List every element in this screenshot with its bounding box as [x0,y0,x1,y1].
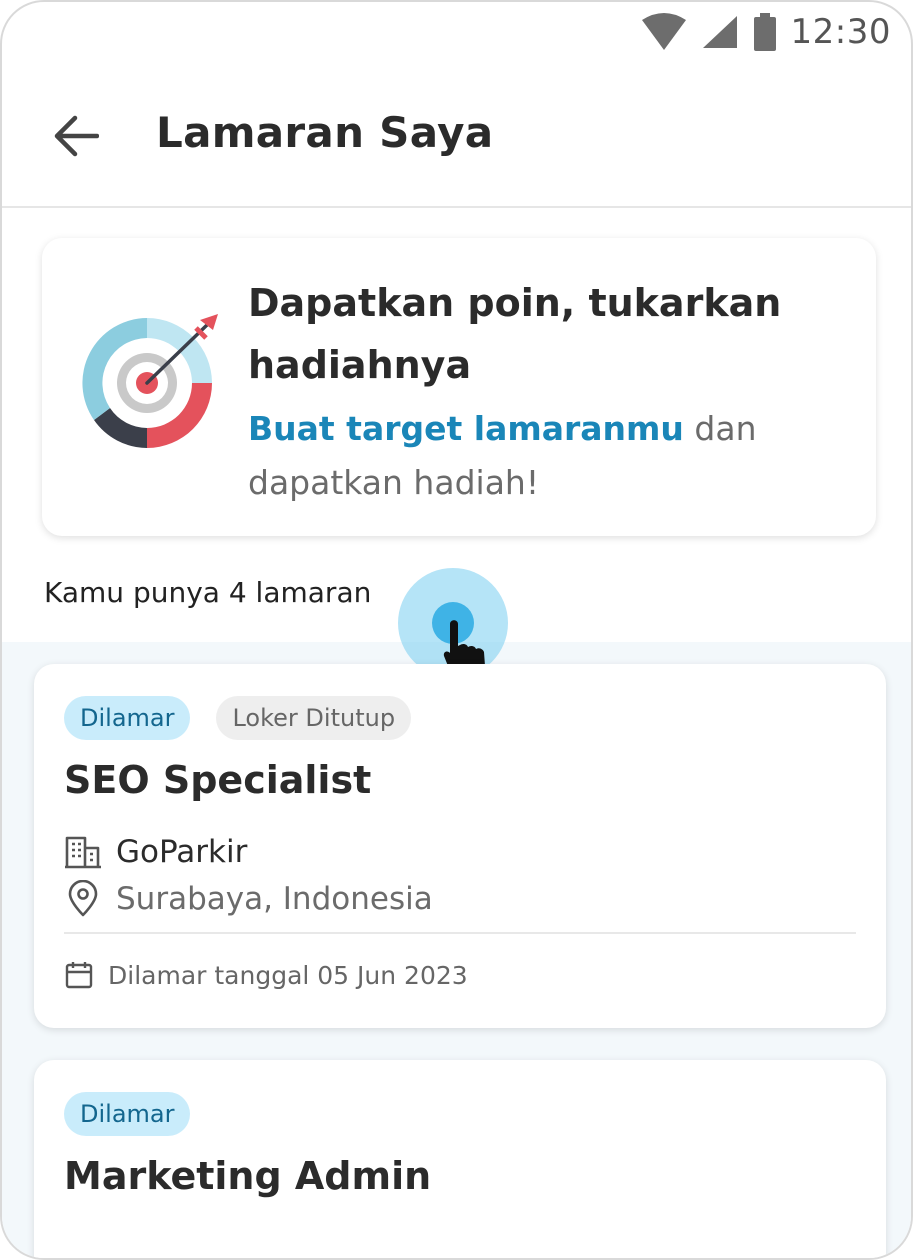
status-bar: 12:30 [2,2,911,66]
application-card[interactable]: Dilamar Loker Ditutup SEO Specialist GoP… [34,664,886,1028]
status-badge-applied: Dilamar [64,696,191,740]
phone-frame: 12:30 Lamaran Saya Dapatkan poin, tukark… [0,0,913,1260]
arrow-left-icon [54,115,99,157]
applied-date: Dilamar tanggal 05 Jun 2023 [108,960,468,990]
badge-row: Dilamar Loker Ditutup [64,696,412,740]
status-time: 12:30 [790,12,891,52]
promo-title: Dapatkan poin, tukarkan hadiahnya [248,281,782,387]
company-name: GoParkir [116,834,248,870]
app-bar: Lamaran Saya [2,66,911,208]
promo-card[interactable]: Dapatkan poin, tukarkan hadiahnya Buat t… [42,238,876,536]
promo-link[interactable]: Buat target lamaranmu [248,409,684,448]
wifi-icon [641,13,686,50]
promo-description: Buat target lamaranmu dan dapatkan hadia… [248,402,848,510]
status-badge-applied: Dilamar [64,1092,191,1136]
target-icon [82,314,218,448]
job-title: Marketing Admin [64,1154,432,1198]
company-row: GoParkir [64,834,247,870]
content-area: Dapatkan poin, tukarkan hadiahnya Buat t… [2,208,911,1258]
tap-indicator [398,568,508,680]
application-card[interactable]: Dilamar Marketing Admin [34,1060,886,1258]
job-location: Surabaya, Indonesia [116,881,433,917]
status-badge-closed: Loker Ditutup [216,696,412,740]
page-title: Lamaran Saya [156,108,494,157]
applications-count: Kamu punya 4 lamaran [44,576,372,609]
signal-icon [702,16,737,48]
back-button[interactable] [48,108,104,164]
badge-row: Dilamar [64,1092,191,1136]
building-icon [65,836,101,869]
job-title: SEO Specialist [64,758,372,802]
location-pin-icon [68,880,98,917]
status-icons: 12:30 [641,12,891,52]
card-divider [64,932,856,934]
calendar-icon [65,962,93,989]
applied-date-row: Dilamar tanggal 05 Jun 2023 [64,960,468,990]
battery-icon [753,13,776,51]
location-row: Surabaya, Indonesia [64,880,433,918]
